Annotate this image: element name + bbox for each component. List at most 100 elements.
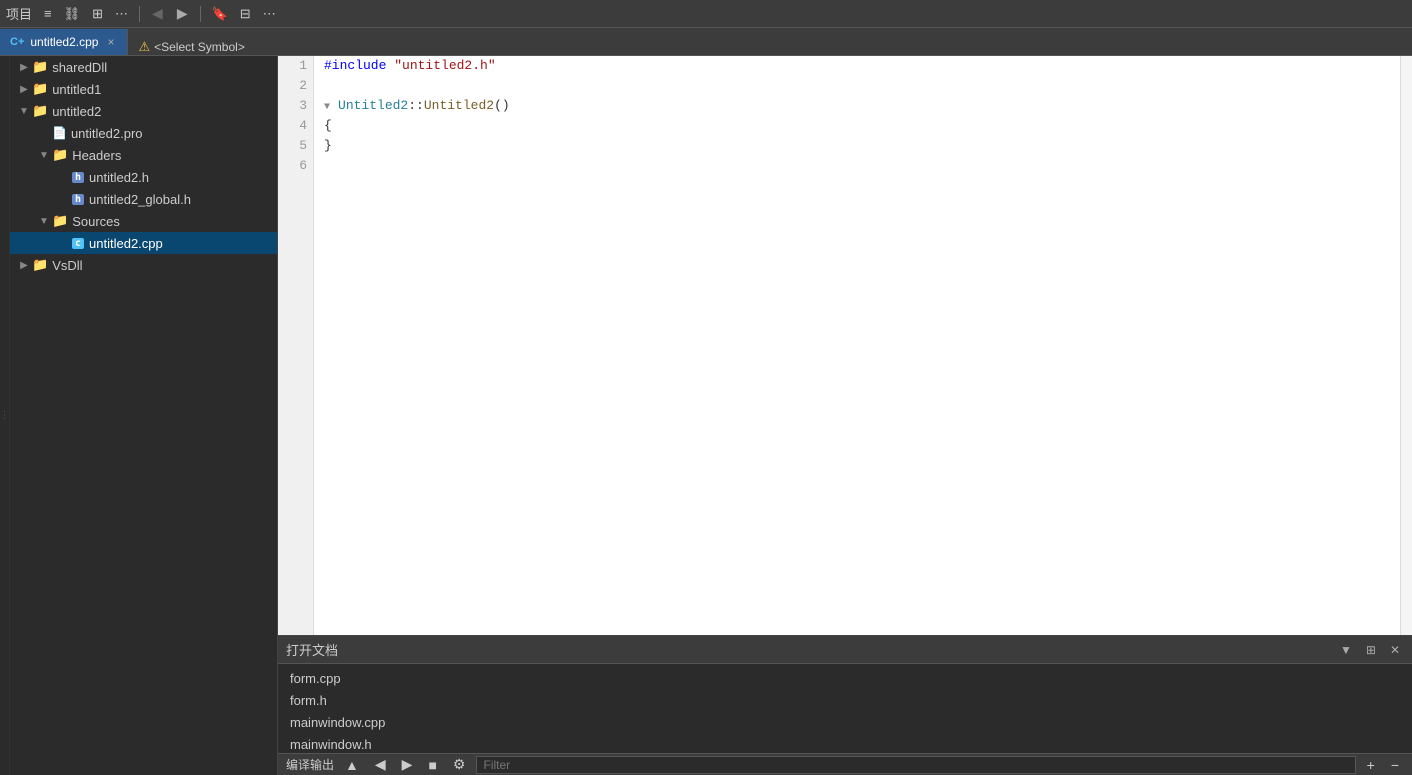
open-doc-mainwindow-h[interactable]: mainwindow.h [286, 734, 1404, 753]
editor-scrollbar[interactable] [1400, 56, 1412, 635]
bottom-panel-filter-btn[interactable]: ▼ [1336, 641, 1356, 659]
tree-icon-source: c [72, 238, 84, 249]
filter-btn[interactable]: ≡ [40, 4, 56, 23]
code-line-5: } [324, 136, 1400, 156]
tree-item-untitled2_global-h[interactable]: h untitled2_global.h [10, 188, 277, 210]
tree-label-sharedDll: sharedDll [52, 60, 107, 75]
tree-item-untitled2-h[interactable]: h untitled2.h [10, 166, 277, 188]
link-btn[interactable]: ⛓ [60, 4, 85, 24]
line-number-3: 3 [278, 96, 307, 116]
line-number-4: 4 [278, 116, 307, 136]
tree-icon-project: 📁 [32, 59, 48, 75]
editor-area: 123456 #include "untitled2.h"▼ Untitled2… [278, 56, 1412, 635]
filter-add-btn[interactable]: + [1362, 756, 1380, 774]
filter-input[interactable] [476, 756, 1355, 774]
open-doc-form-cpp[interactable]: form.cpp [286, 668, 1404, 690]
tree-label-Headers: Headers [72, 148, 121, 163]
tree-icon-project: 📁 [32, 257, 48, 273]
tree-label-untitled1: untitled1 [52, 82, 101, 97]
tree-item-Sources[interactable]: ▼📁 Sources [10, 210, 277, 232]
open-doc-form-h[interactable]: form.h [286, 690, 1404, 712]
top-toolbar: 项目 ≡ ⛓ ⊞ ⋯ ◀ ▶ 🔖 ⊟ ⋯ [0, 0, 1412, 28]
tree-item-sharedDll[interactable]: ▶📁 sharedDll [10, 56, 277, 78]
status-bar: 编译输出 ▲ ◀ ▶ ■ ⚙ + − [278, 753, 1412, 775]
tab-label: untitled2.cpp [30, 35, 98, 49]
bookmark-btn[interactable]: 🔖 [208, 4, 232, 24]
code-line-4: { [324, 116, 1400, 136]
nav-forward-btn[interactable]: ▶ [172, 3, 193, 24]
tree-icon-folder: 📁 [52, 147, 68, 163]
tree-label-VsDll: VsDll [52, 258, 82, 273]
tree-icon-project: 📁 [32, 81, 48, 97]
sidebar: ▶📁sharedDll▶📁untitled1▼📁untitled2📄untitl… [10, 56, 278, 775]
editor-content[interactable]: 123456 #include "untitled2.h"▼ Untitled2… [278, 56, 1412, 635]
compile-output-label: 编译输出 [286, 756, 334, 773]
tree-arrow-Sources: ▼ [36, 216, 52, 227]
extra-btn[interactable]: ⋯ [259, 4, 280, 24]
status-up-btn[interactable]: ▲ [340, 756, 364, 774]
code-line-1: #include "untitled2.h" [324, 56, 1400, 76]
line-number-5: 5 [278, 136, 307, 156]
tree-icon-header: h [72, 172, 84, 183]
tree-label-untitled2-h: untitled2.h [89, 170, 149, 185]
tree-arrow-untitled1: ▶ [16, 84, 32, 95]
warning-icon: ⚠ [138, 39, 150, 55]
tree-icon-header: h [72, 194, 84, 205]
bottom-panel-header: 打开文档 ▼ ⊞ ✕ [278, 636, 1412, 664]
code-line-6 [324, 156, 1400, 176]
line-number-2: 2 [278, 76, 307, 96]
bottom-panel: 打开文档 ▼ ⊞ ✕ form.cppform.hmainwindow.cppm… [278, 635, 1412, 775]
tree-item-untitled2-pro[interactable]: 📄 untitled2.pro [10, 122, 277, 144]
tree-label-untitled2-cpp: untitled2.cpp [89, 236, 163, 251]
tree-item-untitled1[interactable]: ▶📁 untitled1 [10, 78, 277, 100]
tree-item-VsDll[interactable]: ▶📁 VsDll [10, 254, 277, 276]
tab-untitled2-cpp[interactable]: C+ untitled2.cpp × [0, 29, 128, 55]
bottom-panel-close-btn[interactable]: ✕ [1386, 641, 1404, 659]
tree-arrow-Headers: ▼ [36, 150, 52, 161]
filter-remove-btn[interactable]: − [1386, 756, 1404, 774]
tab-warning[interactable]: ⚠ <Select Symbol> [128, 39, 254, 55]
tree-icon-file: 📄 [52, 126, 67, 140]
tab-close-btn[interactable]: × [104, 34, 117, 50]
open-doc-mainwindow-cpp[interactable]: mainwindow.cpp [286, 712, 1404, 734]
main-area: ⋮ ▶📁sharedDll▶📁untitled1▼📁untitled2📄unti… [0, 56, 1412, 775]
tree-label-untitled2-pro: untitled2.pro [71, 126, 143, 141]
tree-arrow-VsDll: ▶ [16, 260, 32, 271]
tree-label-untitled2: untitled2 [52, 104, 101, 119]
tree-item-Headers[interactable]: ▼📁 Headers [10, 144, 277, 166]
tree-item-untitled2[interactable]: ▼📁 untitled2 [10, 100, 277, 122]
tree-label-Sources: Sources [72, 214, 120, 229]
project-tree: ▶📁sharedDll▶📁untitled1▼📁untitled2📄untitl… [10, 56, 277, 276]
status-settings-btn[interactable]: ⚙ [448, 755, 471, 774]
project-label: 项目 [6, 4, 32, 23]
tab-warning-label: <Select Symbol> [154, 40, 245, 54]
more-btn[interactable]: ⋯ [111, 4, 132, 24]
toolbar-separator2 [200, 6, 201, 22]
fold-arrow-3[interactable]: ▼ [324, 102, 336, 113]
code-area[interactable]: #include "untitled2.h"▼ Untitled2::Untit… [314, 56, 1400, 635]
code-line-3: ▼ Untitled2::Untitled2() [324, 96, 1400, 116]
line-numbers: 123456 [278, 56, 314, 635]
sidebar-resize-handle[interactable]: ⋮ [0, 56, 10, 775]
status-stop-btn[interactable]: ■ [423, 756, 441, 774]
tree-icon-folder: 📁 [52, 213, 68, 229]
nav-back-btn[interactable]: ◀ [147, 3, 168, 24]
tree-label-untitled2_global-h: untitled2_global.h [89, 192, 191, 207]
tree-item-untitled2-cpp[interactable]: c untitled2.cpp [10, 232, 277, 254]
line-number-6: 6 [278, 156, 307, 176]
open-docs-list: form.cppform.hmainwindow.cppmainwindow.h… [278, 664, 1412, 753]
status-left-btn[interactable]: ◀ [370, 755, 391, 774]
bottom-panel-expand-btn[interactable]: ⊞ [1362, 641, 1380, 659]
cpp-file-icon: C+ [10, 36, 24, 48]
code-line-2 [324, 76, 1400, 96]
tree-arrow-untitled2: ▼ [16, 106, 32, 117]
open-docs-label: 打开文档 [286, 640, 1330, 659]
tab-bar: C+ untitled2.cpp × ⚠ <Select Symbol> [0, 28, 1412, 56]
status-right-btn[interactable]: ▶ [397, 755, 418, 774]
line-number-1: 1 [278, 56, 307, 76]
tree-icon-project: 📁 [32, 103, 48, 119]
project-panel: ▶📁sharedDll▶📁untitled1▼📁untitled2📄untitl… [10, 56, 277, 775]
expand-btn[interactable]: ⊞ [88, 4, 107, 24]
split-btn[interactable]: ⊟ [236, 4, 255, 24]
tree-arrow-sharedDll: ▶ [16, 62, 32, 73]
